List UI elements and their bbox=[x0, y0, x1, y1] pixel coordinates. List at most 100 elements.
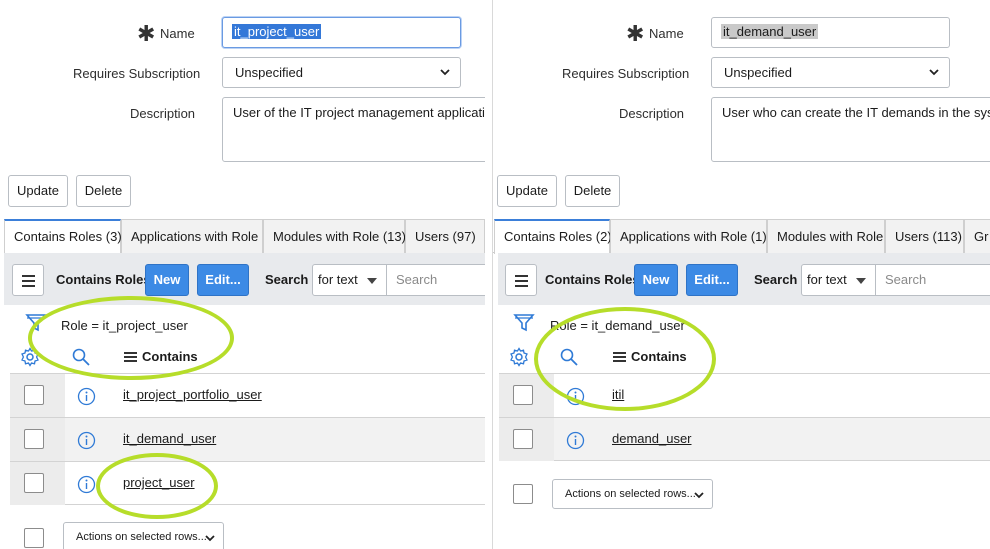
filter-breadcrumb[interactable]: Role = it_project_user bbox=[61, 318, 188, 333]
row-select-cell bbox=[10, 462, 65, 505]
subscription-value: Unspecified bbox=[235, 65, 303, 80]
tab-users[interactable]: Users (113) bbox=[885, 219, 964, 253]
column-header-contains[interactable]: Contains bbox=[613, 349, 687, 364]
actions-value: Actions on selected rows... bbox=[76, 531, 207, 543]
gear-icon[interactable] bbox=[20, 347, 40, 367]
new-button[interactable]: New bbox=[634, 264, 678, 296]
description-textarea[interactable]: User who can create the IT demands in th… bbox=[711, 97, 990, 162]
role-link[interactable]: it_demand_user bbox=[123, 431, 216, 446]
column-header-contains[interactable]: Contains bbox=[124, 349, 198, 364]
role-link[interactable]: itil bbox=[612, 387, 624, 402]
role-link[interactable]: it_project_portfolio_user bbox=[123, 387, 262, 402]
right-role-panel: ✱ Name it_demand_user Requires Subscript… bbox=[492, 0, 990, 549]
list-title: Contains Roles bbox=[56, 272, 151, 287]
info-icon[interactable] bbox=[566, 387, 585, 406]
list-toolbar: Contains Roles New Edit... Search for te… bbox=[498, 253, 990, 305]
list-menu-button[interactable] bbox=[12, 264, 44, 296]
tab-modules-with-role[interactable]: Modules with Role (13) bbox=[263, 219, 406, 253]
row-checkbox[interactable] bbox=[513, 385, 533, 405]
table-row: project_user bbox=[10, 461, 485, 505]
search-input[interactable]: Search bbox=[876, 264, 990, 296]
list-menu-button[interactable] bbox=[505, 264, 537, 296]
chevron-down-icon bbox=[694, 492, 704, 499]
new-button[interactable]: New bbox=[145, 264, 189, 296]
row-checkbox[interactable] bbox=[24, 385, 44, 405]
row-select-cell bbox=[10, 418, 65, 461]
name-label: Name bbox=[649, 26, 684, 41]
description-value: User who can create the IT demands in th… bbox=[722, 105, 990, 120]
caret-down-icon bbox=[367, 278, 377, 284]
filter-breadcrumb[interactable]: Role = it_demand_user bbox=[550, 318, 685, 333]
tab-contains-roles[interactable]: Contains Roles (2) bbox=[494, 219, 612, 254]
edit-button[interactable]: Edit... bbox=[197, 264, 249, 296]
search-label: Search bbox=[754, 272, 798, 287]
highlight-ellipse bbox=[28, 296, 234, 380]
role-link[interactable]: project_user bbox=[123, 475, 195, 490]
search-mode-value: for text bbox=[318, 272, 358, 287]
select-all-checkbox[interactable] bbox=[513, 484, 533, 504]
filter-icon[interactable] bbox=[513, 313, 535, 333]
list-title: Contains Roles bbox=[545, 272, 640, 287]
info-icon[interactable] bbox=[566, 431, 585, 450]
table-row: it_demand_user bbox=[10, 417, 485, 461]
tab-applications-with-role[interactable]: Applications with Role (1) bbox=[610, 219, 767, 253]
select-all-checkbox[interactable] bbox=[24, 528, 44, 548]
related-lists-tabs: Contains Roles (2) Applications with Rol… bbox=[493, 219, 990, 254]
name-input[interactable]: it_demand_user bbox=[711, 17, 950, 48]
tab-applications-with-role[interactable]: Applications with Role bbox=[121, 219, 263, 253]
gear-icon[interactable] bbox=[509, 347, 529, 367]
subscription-value: Unspecified bbox=[724, 65, 792, 80]
search-mode-select[interactable]: for text bbox=[312, 264, 387, 296]
row-select-cell bbox=[499, 418, 554, 461]
row-checkbox[interactable] bbox=[24, 473, 44, 493]
filter-icon[interactable] bbox=[25, 313, 47, 333]
row-select-cell bbox=[499, 374, 554, 417]
list-toolbar: Contains Roles New Edit... Search for te… bbox=[4, 253, 485, 305]
actions-select[interactable]: Actions on selected rows... bbox=[552, 479, 713, 509]
edit-button[interactable]: Edit... bbox=[686, 264, 738, 296]
update-button[interactable]: Update bbox=[497, 175, 557, 207]
name-value: it_project_user bbox=[232, 24, 322, 39]
update-button[interactable]: Update bbox=[8, 175, 68, 207]
tab-contains-roles[interactable]: Contains Roles (3) bbox=[4, 219, 122, 254]
chevron-down-icon bbox=[205, 535, 215, 542]
tab-groups[interactable]: Gr bbox=[964, 219, 990, 253]
search-placeholder: Search bbox=[396, 272, 438, 287]
subscription-select[interactable]: Unspecified bbox=[222, 57, 461, 88]
search-icon[interactable] bbox=[72, 348, 90, 366]
description-label: Description bbox=[130, 106, 196, 121]
table-row: demand_user bbox=[499, 417, 990, 461]
name-input[interactable]: it_project_user bbox=[222, 17, 461, 48]
search-icon[interactable] bbox=[560, 348, 578, 366]
subscription-select[interactable]: Unspecified bbox=[711, 57, 950, 88]
name-label: Name bbox=[160, 26, 195, 41]
row-checkbox[interactable] bbox=[513, 429, 533, 449]
column-menu-icon bbox=[124, 352, 137, 363]
role-link[interactable]: demand_user bbox=[612, 431, 692, 446]
info-icon[interactable] bbox=[77, 431, 96, 450]
subscription-label: Requires Subscription bbox=[73, 66, 201, 81]
required-indicator-icon: ✱ bbox=[137, 21, 156, 46]
search-placeholder: Search bbox=[885, 272, 927, 287]
caret-down-icon bbox=[856, 278, 866, 284]
search-input[interactable]: Search bbox=[387, 264, 485, 296]
description-textarea[interactable]: User of the IT project management applic… bbox=[222, 97, 485, 162]
search-label: Search bbox=[265, 272, 309, 287]
search-mode-value: for text bbox=[807, 272, 847, 287]
delete-button[interactable]: Delete bbox=[565, 175, 620, 207]
chevron-down-icon bbox=[929, 69, 939, 76]
required-indicator-icon: ✱ bbox=[626, 21, 645, 46]
actions-select[interactable]: Actions on selected rows... bbox=[63, 522, 224, 549]
row-checkbox[interactable] bbox=[24, 429, 44, 449]
table-row: it_project_portfolio_user bbox=[10, 373, 485, 417]
column-menu-icon bbox=[613, 352, 626, 363]
search-mode-select[interactable]: for text bbox=[801, 264, 876, 296]
column-header-label: Contains bbox=[631, 349, 687, 364]
chevron-down-icon bbox=[440, 69, 450, 76]
description-label: Description bbox=[619, 106, 685, 121]
tab-users[interactable]: Users (97) bbox=[405, 219, 485, 253]
info-icon[interactable] bbox=[77, 475, 96, 494]
delete-button[interactable]: Delete bbox=[76, 175, 131, 207]
tab-modules-with-role[interactable]: Modules with Role bbox=[767, 219, 885, 253]
info-icon[interactable] bbox=[77, 387, 96, 406]
